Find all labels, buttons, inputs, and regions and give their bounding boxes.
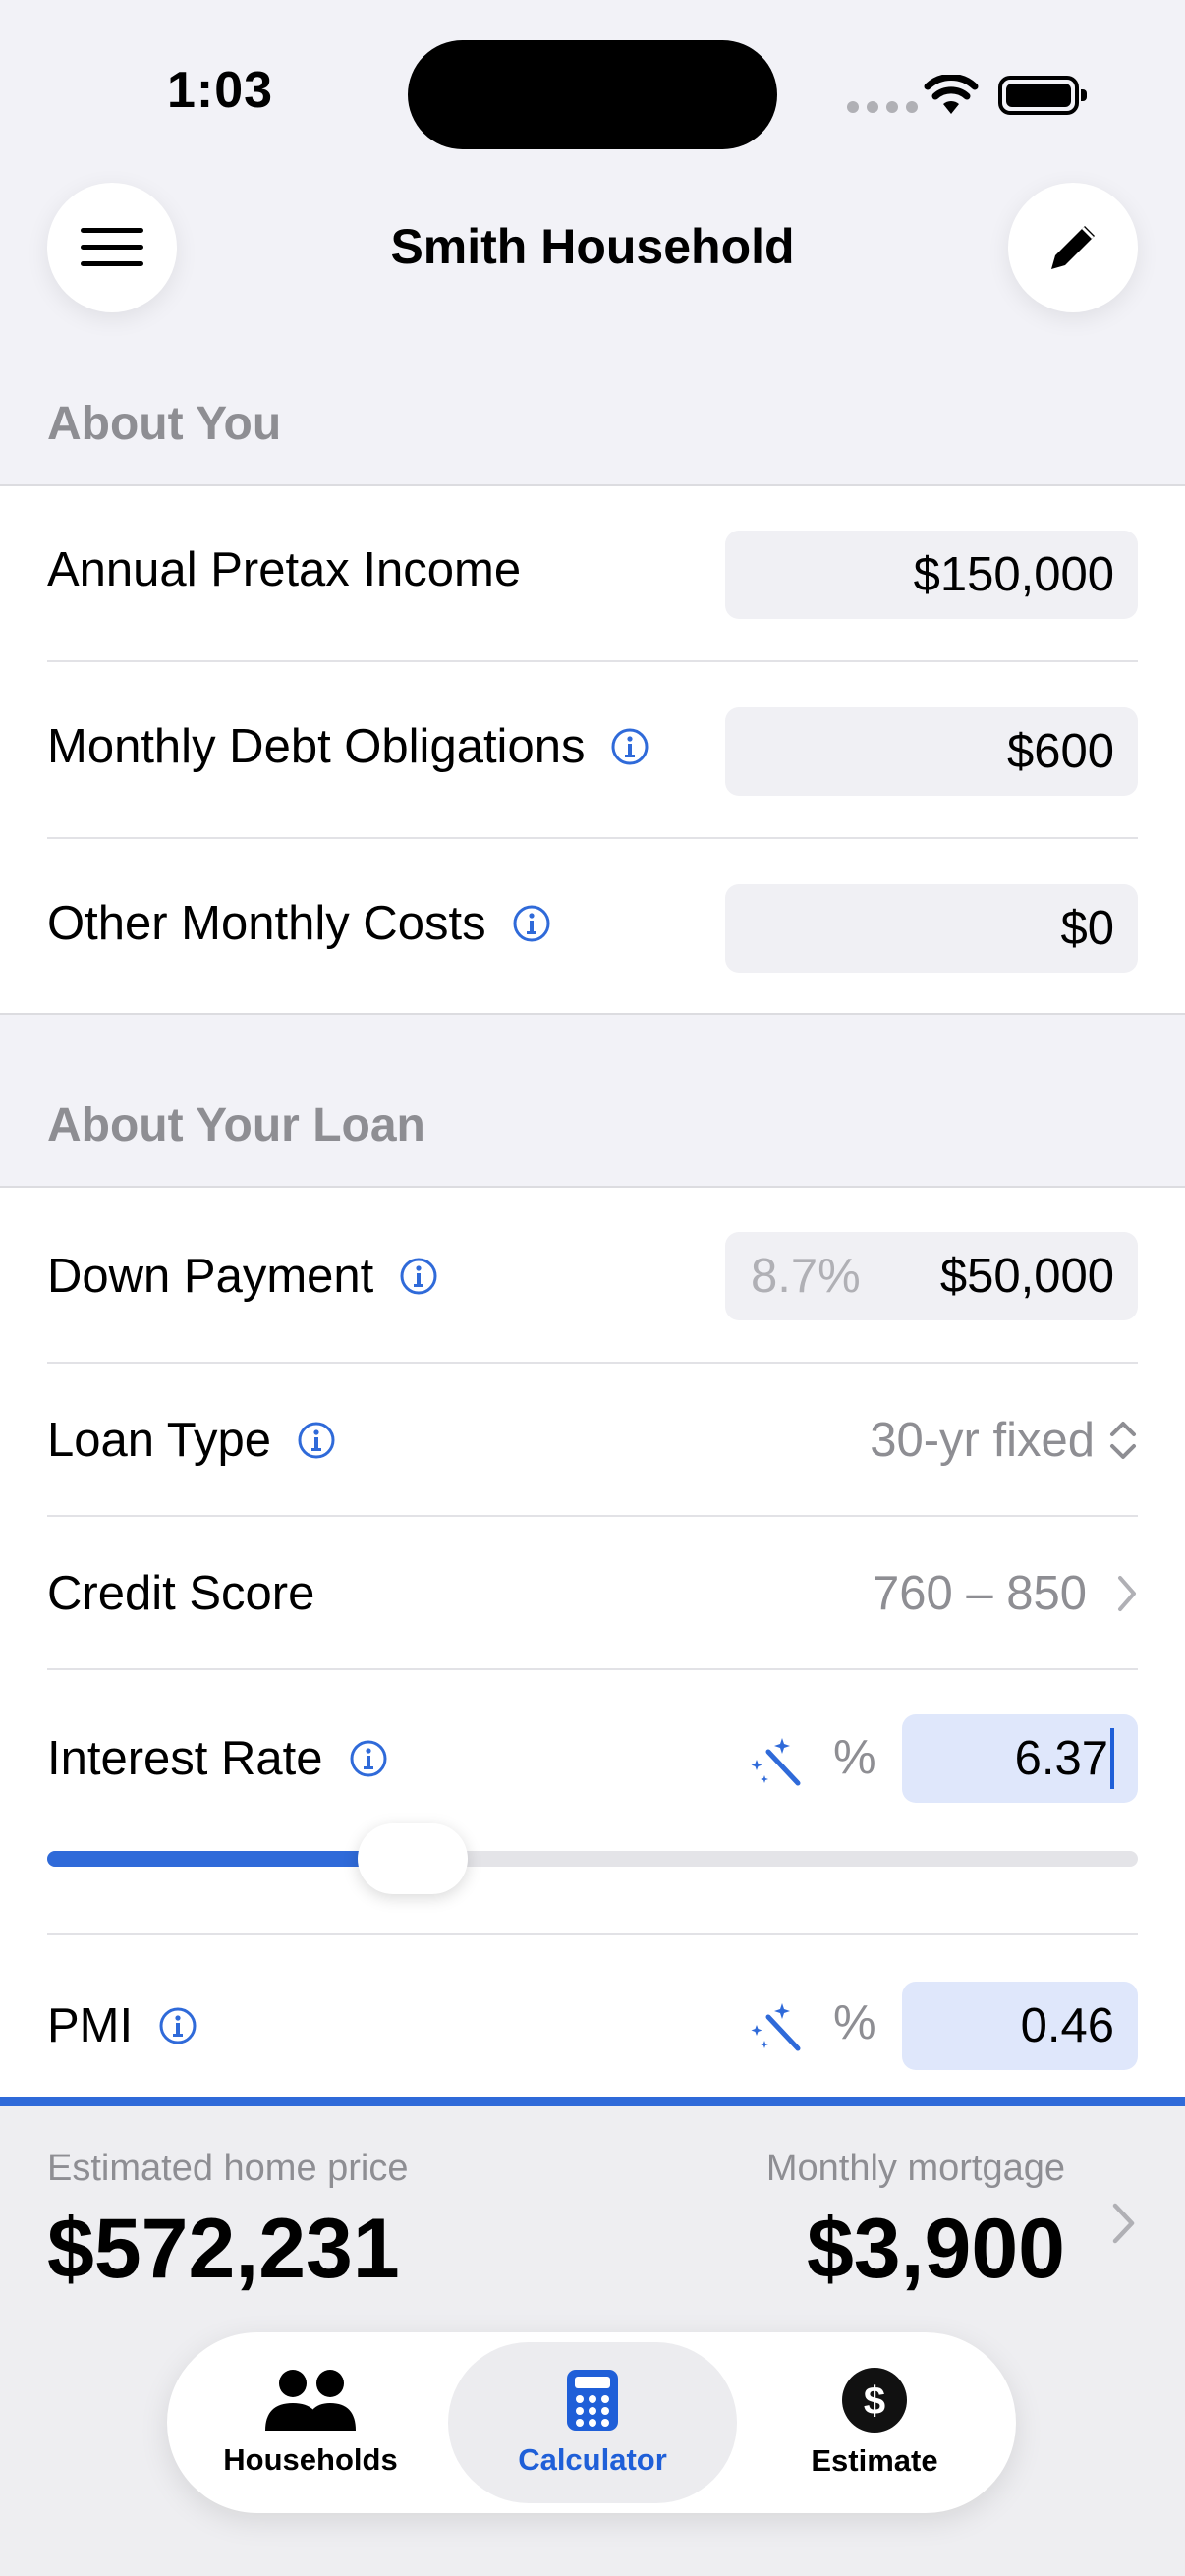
other-costs-label: Other Monthly Costs bbox=[47, 897, 486, 950]
loan-type-picker[interactable]: 30-yr fixed bbox=[870, 1396, 1138, 1484]
annual-income-input[interactable]: $150,000 bbox=[725, 531, 1138, 619]
debt-input[interactable]: $600 bbox=[725, 707, 1138, 796]
status-time: 1:03 bbox=[167, 62, 274, 119]
home-price-value: $572,231 bbox=[47, 2202, 400, 2296]
signal-icon bbox=[847, 101, 918, 113]
interest-rate-unit: % bbox=[833, 1731, 876, 1784]
section-header-about-loan: About Your Loan bbox=[47, 1099, 425, 1151]
tab-households[interactable]: Households bbox=[179, 2342, 442, 2503]
credit-score-value: 760 – 850 bbox=[873, 1567, 1087, 1620]
pencil-icon bbox=[1051, 226, 1095, 269]
loan-type-value: 30-yr fixed bbox=[870, 1414, 1095, 1467]
interest-rate-slider-thumb[interactable] bbox=[357, 1823, 468, 1894]
tab-label: Calculator bbox=[518, 2442, 667, 2477]
chevron-right-icon bbox=[1112, 2203, 1135, 2244]
tab-bar: Households Calculator $ Estimate bbox=[167, 2332, 1016, 2513]
down-payment-percent: 8.7% bbox=[751, 1250, 861, 1303]
text-cursor bbox=[1110, 1728, 1114, 1789]
pmi-input[interactable]: 0.46 bbox=[902, 1982, 1138, 2070]
credit-score-row[interactable]: 760 – 850 bbox=[873, 1549, 1138, 1638]
summary-divider bbox=[0, 2097, 1185, 2106]
interest-rate-label: Interest Rate bbox=[47, 1732, 323, 1785]
info-icon[interactable] bbox=[349, 1739, 388, 1778]
mortgage-label: Monthly mortgage bbox=[765, 2148, 1065, 2189]
down-payment-value: $50,000 bbox=[939, 1250, 1114, 1303]
info-icon[interactable] bbox=[512, 904, 551, 943]
loan-type-label: Loan Type bbox=[47, 1414, 271, 1467]
debt-label: Monthly Debt Obligations bbox=[47, 720, 586, 773]
edit-button[interactable] bbox=[1008, 183, 1138, 312]
mortgage-value: $3,900 bbox=[806, 2202, 1065, 2296]
info-icon[interactable] bbox=[158, 2006, 198, 2045]
magic-wand-icon[interactable] bbox=[749, 1734, 804, 1789]
magic-wand-icon[interactable] bbox=[749, 1999, 804, 2054]
tab-label: Estimate bbox=[811, 2443, 938, 2478]
about-loan-card: Down Payment 8.7% $50,000 Loan Type 30-y… bbox=[0, 1186, 1185, 2097]
battery-icon bbox=[998, 76, 1087, 115]
down-payment-input[interactable]: 8.7% $50,000 bbox=[725, 1232, 1138, 1320]
down-payment-label: Down Payment bbox=[47, 1250, 374, 1303]
home-price-label: Estimated home price bbox=[47, 2148, 409, 2189]
chevron-right-icon bbox=[1118, 1576, 1136, 1611]
info-icon[interactable] bbox=[610, 727, 649, 766]
wifi-icon bbox=[924, 75, 979, 114]
credit-score-label: Credit Score bbox=[47, 1567, 315, 1620]
dynamic-island bbox=[408, 40, 777, 149]
pmi-unit: % bbox=[833, 1996, 876, 2049]
svg-text:$: $ bbox=[864, 2380, 885, 2423]
interest-rate-input[interactable]: 6.37 bbox=[902, 1714, 1138, 1803]
annual-income-label: Annual Pretax Income bbox=[47, 543, 522, 596]
tab-estimate[interactable]: $ Estimate bbox=[745, 2342, 1004, 2503]
calculator-icon bbox=[567, 2370, 618, 2431]
about-you-card: Annual Pretax Income $150,000 Monthly De… bbox=[0, 484, 1185, 1015]
section-header-about-you: About You bbox=[47, 398, 282, 450]
people-icon bbox=[265, 2370, 356, 2431]
interest-rate-value: 6.37 bbox=[1014, 1732, 1108, 1785]
tab-label: Households bbox=[223, 2442, 398, 2477]
pmi-label: PMI bbox=[47, 1999, 134, 2052]
tab-calculator[interactable]: Calculator bbox=[448, 2342, 737, 2503]
info-icon[interactable] bbox=[297, 1421, 336, 1460]
dollar-circle-icon: $ bbox=[842, 2368, 907, 2433]
chevron-up-down-icon bbox=[1110, 1422, 1136, 1459]
other-costs-input[interactable]: $0 bbox=[725, 884, 1138, 973]
info-icon[interactable] bbox=[399, 1257, 438, 1296]
